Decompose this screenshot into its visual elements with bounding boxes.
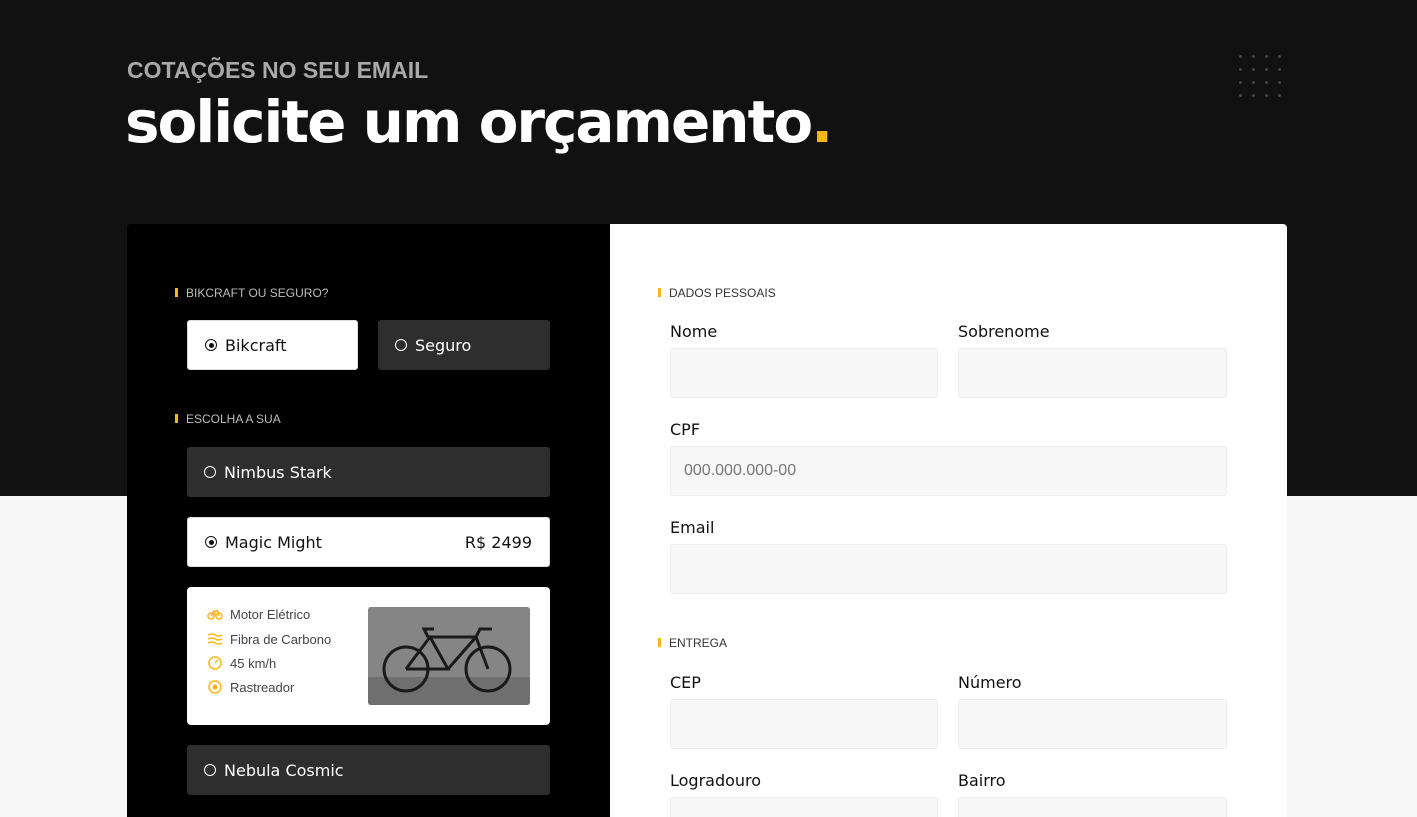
radio-checked-icon <box>205 536 217 548</box>
bike-option-nebula-cosmic[interactable]: Nebula Cosmic <box>187 745 550 795</box>
bicycle-image <box>368 607 530 705</box>
bike-name: Nimbus Stark <box>224 462 332 482</box>
cpf-label: CPF <box>670 420 701 439</box>
feature-label: Rastreador <box>230 679 295 695</box>
feature-label: Fibra de Carbono <box>230 631 332 647</box>
nome-input[interactable] <box>670 348 938 398</box>
radio-checked-icon <box>205 339 217 351</box>
sobrenome-label: Sobrenome <box>958 322 1050 341</box>
logradouro-label: Logradouro <box>670 771 762 790</box>
option-seguro[interactable]: Seguro <box>378 320 550 370</box>
feature-label: 45 km/h <box>230 655 277 671</box>
bike-name: Nebula Cosmic <box>224 760 344 780</box>
dot-pattern-decoration <box>1234 50 1290 106</box>
numero-input[interactable] <box>958 699 1227 749</box>
bairro-input[interactable] <box>958 797 1227 817</box>
bike-option-nimbus-stark[interactable]: Nimbus Stark <box>187 447 550 497</box>
option-seguro-label: Seguro <box>415 335 472 355</box>
cep-input[interactable] <box>670 699 938 749</box>
bike-option-magic-might[interactable]: Magic Might R$ 2499 <box>187 517 550 567</box>
hero-title-dot: . <box>811 88 833 156</box>
hero-subtitle: COTAÇÕES NO SEU EMAIL <box>127 57 429 83</box>
bike-price: R$ 2499 <box>464 533 532 552</box>
feature-label: Motor Elétrico <box>230 606 311 622</box>
type-section-label: BIKCRAFT OU SEGURO? <box>175 286 328 300</box>
carbon-fiber-icon <box>207 633 223 645</box>
product-selection-panel: BIKCRAFT OU SEGURO? Bikcraft Seguro ESCO… <box>127 224 610 817</box>
email-label: Email <box>670 518 715 537</box>
feature-item: Rastreador <box>207 679 294 695</box>
sobrenome-input[interactable] <box>958 348 1227 398</box>
choose-section-label: ESCOLHA A SUA <box>175 412 281 426</box>
numero-label: Número <box>958 673 1022 692</box>
option-bikcraft-label: Bikcraft <box>225 335 287 355</box>
feature-item: Motor Elétrico <box>207 606 310 622</box>
form-panel: DADOS PESSOAIS Nome Sobrenome CPF Email … <box>610 224 1287 817</box>
bike-details-card: Motor Elétrico Fibra de Carbono 45 km/h … <box>187 587 550 725</box>
option-bikcraft[interactable]: Bikcraft <box>187 320 358 370</box>
personal-section-label: DADOS PESSOAIS <box>658 286 776 300</box>
hero-title: solicite um orçamento. <box>125 88 833 156</box>
cpf-input[interactable] <box>670 446 1227 496</box>
feature-item: 45 km/h <box>207 655 276 671</box>
delivery-section-label: ENTREGA <box>658 636 727 650</box>
radio-icon <box>204 466 216 478</box>
feature-item: Fibra de Carbono <box>207 631 331 647</box>
bike-photo <box>368 607 530 705</box>
tracker-icon <box>208 680 222 694</box>
logradouro-input[interactable] <box>670 797 938 817</box>
hero-title-text: solicite um orçamento <box>125 88 813 156</box>
speedometer-icon <box>208 656 222 670</box>
radio-icon <box>204 764 216 776</box>
electric-bike-icon <box>207 610 223 620</box>
bairro-label: Bairro <box>958 771 1006 790</box>
nome-label: Nome <box>670 322 718 341</box>
radio-icon <box>395 339 407 351</box>
bike-name: Magic Might <box>225 532 322 552</box>
cep-label: CEP <box>670 673 701 692</box>
email-input[interactable] <box>670 544 1227 594</box>
